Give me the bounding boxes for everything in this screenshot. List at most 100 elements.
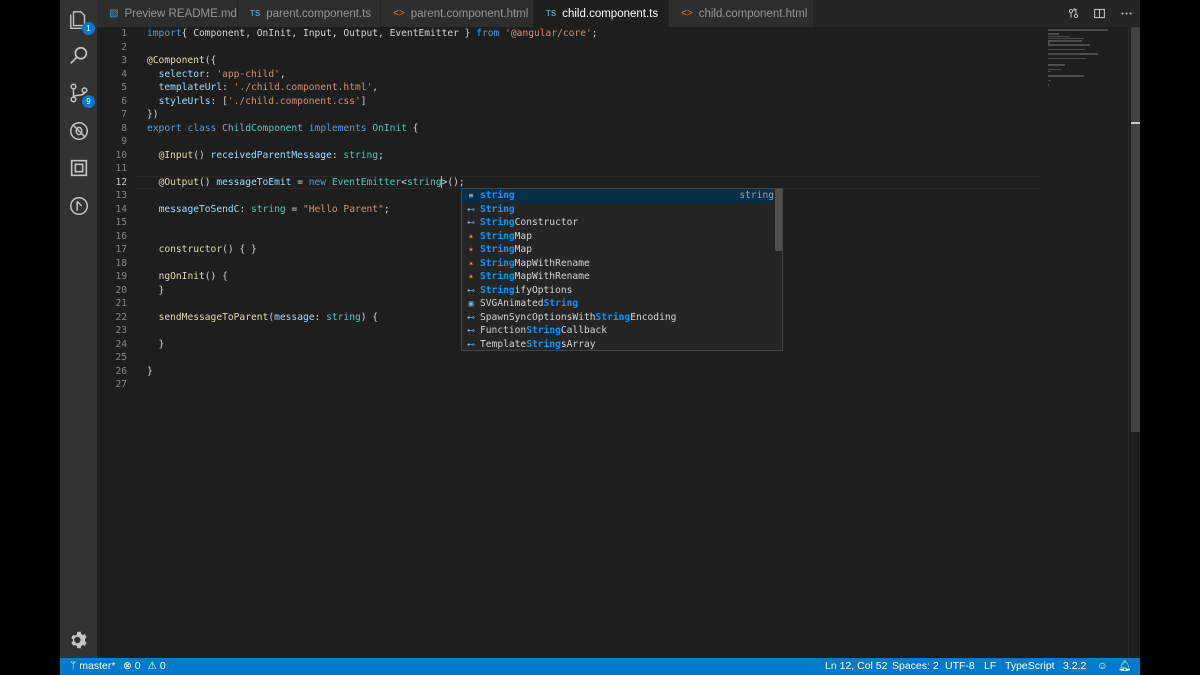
- extensions-icon[interactable]: [67, 156, 91, 180]
- suggestion-item[interactable]: ⊷ String: [462, 203, 774, 217]
- code-line[interactable]: sendMessageToParent(message: string) {: [147, 311, 379, 325]
- split-editor-icon[interactable]: [1092, 6, 1108, 22]
- code-line[interactable]: @Input() receivedParentMessage: string;: [147, 149, 384, 163]
- code-token: implements: [308, 122, 367, 134]
- line-number: 23: [115, 325, 127, 336]
- notifications-bell-icon[interactable]: 🔔︎: [1118, 658, 1131, 675]
- tab-label: Preview README.md: [124, 7, 237, 20]
- code-line[interactable]: export class ChildComponent implements O…: [147, 122, 419, 136]
- suggestion-item[interactable]: ≡ string string: [462, 189, 774, 203]
- branch-icon: ᛘ: [70, 660, 77, 672]
- interface-icon: ⊷: [467, 204, 475, 214]
- code-line[interactable]: ngOnInit() {: [147, 270, 228, 284]
- end-of-line[interactable]: LF: [984, 658, 996, 675]
- feedback-smiley-icon[interactable]: ☺: [1097, 658, 1108, 675]
- code-token: string: [343, 149, 379, 161]
- code-line[interactable]: templateUrl: './child.component.html',: [147, 81, 379, 95]
- ts-version[interactable]: 3.2.2: [1063, 658, 1086, 675]
- suggestion-text: Map: [514, 230, 532, 242]
- tab-parent-component-html[interactable]: <> parent.component.html: [381, 0, 534, 27]
- code-token: :: [204, 68, 217, 80]
- minimap-line: [1048, 40, 1083, 42]
- code-line[interactable]: }): [147, 108, 159, 122]
- suggestion-item[interactable]: ✶ StringMapWithRename: [462, 270, 774, 284]
- code-line[interactable]: }: [147, 338, 165, 352]
- suggestion-item[interactable]: ⊷ StringifyOptions: [462, 284, 774, 298]
- code-line[interactable]: styleUrls: ['./child.component.css']: [147, 95, 367, 109]
- suggest-scrollbar[interactable]: [775, 189, 782, 251]
- more-actions-icon[interactable]: [1119, 6, 1135, 22]
- warning-count: 0: [159, 660, 166, 672]
- suggestion-text: String: [480, 217, 515, 228]
- search-icon[interactable]: [67, 44, 91, 68]
- suggestion-text: Function: [480, 325, 527, 336]
- code-token: "Hello Parent": [302, 203, 384, 215]
- scrollbar-thumb[interactable]: [1131, 27, 1140, 432]
- code-line[interactable]: @Output() messageToEmit = new EventEmitt…: [147, 175, 465, 190]
- problems-indicator[interactable]: ⊗ 0 ⚠ 0: [123, 658, 166, 675]
- line-number: 26: [115, 365, 127, 377]
- explorer-icon[interactable]: 1: [67, 8, 95, 35]
- debug-icon[interactable]: [67, 119, 91, 143]
- code-token: :: [239, 203, 251, 215]
- code-token: string: [251, 203, 286, 215]
- line-number: 20: [115, 284, 127, 296]
- open-changes-icon[interactable]: [1065, 6, 1081, 22]
- code-token: : [: [210, 95, 228, 107]
- line-number: 9: [121, 136, 127, 147]
- tab-child-component-ts[interactable]: TS child.component.ts: [534, 0, 669, 27]
- code-token: (): [193, 149, 211, 161]
- tab-bar: ▧ Preview README.md TS parent.component.…: [97, 0, 1140, 27]
- code-line[interactable]: messageToSendC: string = "Hello Parent";: [147, 203, 390, 217]
- suggest-widget[interactable]: ≡ string string ⊷ String ⊷ StringConstructor ✶ S…: [461, 188, 783, 351]
- status-bar: ᛘ master* ⊗ 0 ⚠ 0 Ln 12, Col 52 Spaces: …: [60, 658, 1140, 675]
- suggestion-item[interactable]: ⊷ FunctionStringCallback: [462, 324, 774, 338]
- vertical-scrollbar[interactable]: [1128, 27, 1140, 658]
- code-token: }: [147, 365, 153, 377]
- suggestion-item[interactable]: ✶ StringMap: [462, 230, 774, 244]
- tab-parent-component-ts[interactable]: TS parent.component.ts: [238, 0, 381, 27]
- indentation[interactable]: Spaces: 2: [892, 658, 939, 675]
- tab-child-component-html[interactable]: <> child.component.html: [669, 0, 814, 27]
- code-token: { Component, OnInit, Input, Output, Even…: [181, 28, 477, 39]
- code-token: messageToSendC: [158, 203, 240, 215]
- code-line[interactable]: }: [147, 365, 153, 379]
- git-branch[interactable]: ᛘ master*: [70, 658, 115, 675]
- suggestion-text: Template: [480, 338, 527, 350]
- code-token: ,: [279, 68, 286, 80]
- source-control-icon[interactable]: 9: [67, 81, 95, 108]
- suggestion-item[interactable]: ⊷ StringConstructor: [462, 216, 774, 230]
- encoding[interactable]: UTF-8: [945, 658, 975, 675]
- ts-icon: TS: [250, 9, 261, 18]
- code-line[interactable]: @Component({: [147, 54, 216, 68]
- code-token: '@angular/core': [505, 28, 592, 39]
- suggestion-item[interactable]: ✶ StringMap: [462, 243, 774, 257]
- variable-icon: ▣: [468, 299, 474, 309]
- language-mode[interactable]: TypeScript: [1005, 658, 1055, 675]
- suggestion-item[interactable]: ⊷ TemplateStringsArray: [462, 338, 774, 351]
- suggestion-item[interactable]: ▣ SVGAnimatedString: [462, 297, 774, 311]
- suggestion-item[interactable]: ⊷ SpawnSyncOptionsWithStringEncoding: [462, 311, 774, 325]
- cursor-position[interactable]: Ln 12, Col 52: [825, 658, 887, 675]
- code-token: new: [308, 176, 327, 188]
- minimap[interactable]: [1048, 27, 1128, 658]
- code-line[interactable]: constructor() { }: [147, 243, 257, 257]
- suggestion-text: String: [480, 257, 515, 269]
- code-token: @Component: [147, 55, 205, 66]
- code-token: }: [147, 338, 165, 350]
- code-line[interactable]: import{ Component, OnInit, Input, Output…: [147, 27, 598, 41]
- code-line[interactable]: }: [147, 284, 165, 298]
- minimap-line: [1048, 64, 1066, 66]
- code-line[interactable]: selector: 'app-child',: [147, 68, 286, 82]
- code-token: receivedParentMessage: [210, 149, 332, 161]
- code-token: import: [147, 28, 182, 39]
- gear-icon[interactable]: [67, 628, 91, 652]
- remote-icon[interactable]: [67, 194, 91, 218]
- code-editor[interactable]: 1 2 3 4 5 6 7 8 9 10 11 12 13 14 15 16 17 18 19 20 21 22 23 24 2…: [97, 27, 1140, 658]
- tab-preview-readme[interactable]: ▧ Preview README.md: [97, 0, 238, 27]
- suggestion-item[interactable]: ✶ StringMapWithRename: [462, 257, 774, 271]
- code-token: }): [147, 109, 159, 120]
